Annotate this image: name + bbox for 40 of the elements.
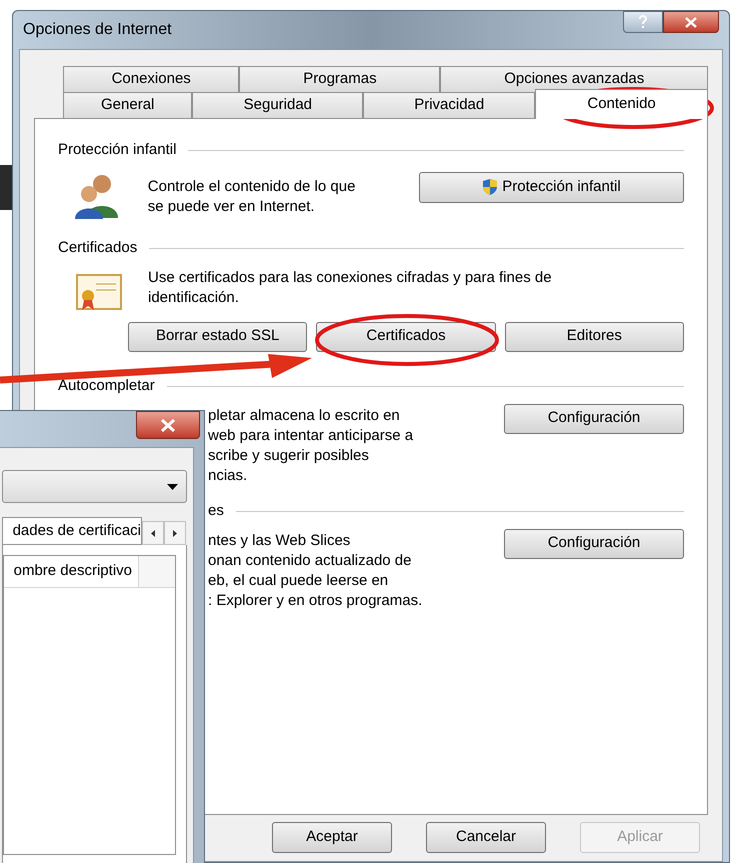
left-arrow-icon <box>151 530 155 536</box>
tab[interactable]: Contenido <box>535 89 708 119</box>
scroll-left-button[interactable] <box>142 521 164 545</box>
section-heading: es <box>208 501 224 521</box>
section-description: ntes y las Web Slices onan contenido actualizado de eb, el cual puede leerse en : Explorer y en otros programas. <box>208 530 424 610</box>
section-description: Use certificados para las conexiones cifradas y para fines de identificación. <box>148 268 552 308</box>
dialog-button[interactable]: Cancelar <box>426 822 546 853</box>
dialog-button[interactable]: Protección infantil <box>419 172 684 202</box>
dialog-button[interactable]: Certificados <box>316 322 496 352</box>
tab[interactable]: Seguridad <box>192 92 364 118</box>
right-arrow-icon <box>173 530 177 536</box>
tab[interactable]: dades de certificaci <box>2 517 142 545</box>
dialog-button[interactable]: Configuración <box>504 404 684 434</box>
close-button[interactable] <box>136 411 200 439</box>
window-title: Opciones de Internet <box>23 20 172 40</box>
dropdown-field[interactable] <box>2 470 187 503</box>
section-description: pletar almacena lo escrito en web para intentar anticiparse a scribe y sugerir posibles ncias. <box>208 406 414 486</box>
dialog-button[interactable]: Borrar estado SSL <box>128 322 308 352</box>
section-heading: Certificados <box>58 238 138 258</box>
close-button[interactable] <box>663 11 719 33</box>
dialog-button[interactable]: Editores <box>504 322 684 352</box>
dropdown-arrow-icon <box>167 484 178 490</box>
shield-icon <box>482 178 498 196</box>
desktop-strip <box>0 165 12 210</box>
tab[interactable]: Opciones avanzadas <box>440 66 708 92</box>
help-icon <box>638 15 648 29</box>
help-button[interactable] <box>623 11 663 33</box>
dialog-button[interactable]: Configuración <box>504 528 684 558</box>
close-icon <box>685 16 697 28</box>
tab[interactable]: Conexiones <box>63 66 240 92</box>
certificate-icon <box>76 274 122 312</box>
tab[interactable]: Privacidad <box>363 92 536 118</box>
close-icon <box>161 418 175 432</box>
scroll-right-button[interactable] <box>164 521 186 545</box>
section-description: Controle el contenido de lo que se puede ver en Internet. <box>148 176 356 216</box>
tab[interactable]: Programas <box>239 66 440 92</box>
tab[interactable]: General <box>63 92 192 118</box>
section-heading: Protección infantil <box>58 140 176 160</box>
section-heading: Autocompletar <box>58 376 155 396</box>
dialog-button[interactable]: Aceptar <box>272 822 392 853</box>
